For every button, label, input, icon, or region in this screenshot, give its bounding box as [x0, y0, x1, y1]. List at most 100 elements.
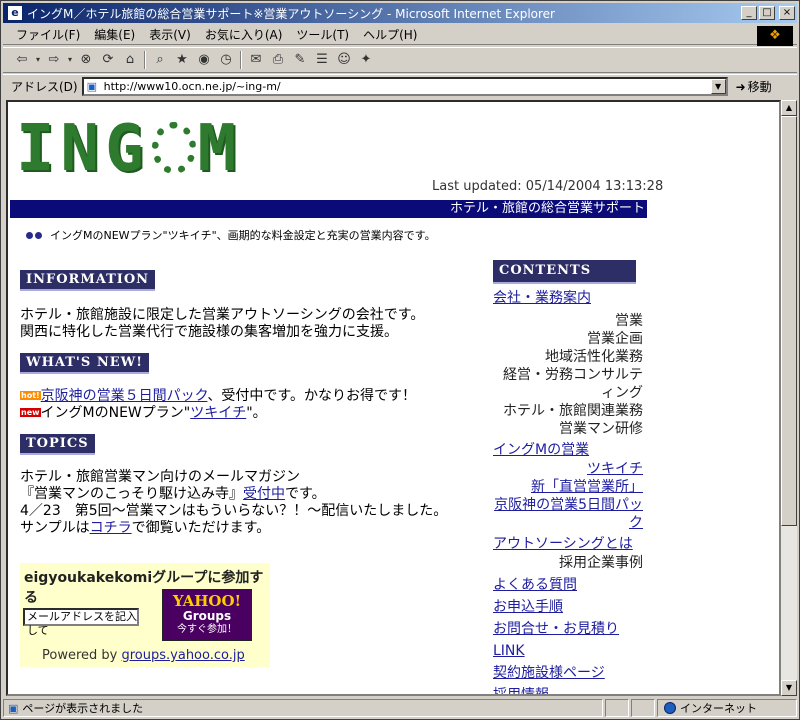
- topics-line3: 4／23 第5回〜営業マンはもういらない？！〜配信いたしました。: [20, 503, 448, 519]
- tsukiichi-link[interactable]: ツキイチ: [190, 405, 246, 421]
- topics-line4-start: サンプルは: [20, 520, 90, 536]
- menu-favorites[interactable]: お気に入り(A): [198, 26, 290, 43]
- company-info-link[interactable]: 会社・業務案内: [493, 288, 643, 308]
- page-viewport: ING M Last updated: 05/14/2004 13:13:28 ホ…: [6, 100, 781, 696]
- title-bar: e イングM／ホテル旅館の総合営業サポート※営業アウトソーシング - Micro…: [3, 3, 797, 23]
- scroll-thumb[interactable]: [781, 116, 797, 526]
- minimize-button[interactable]: _: [741, 6, 757, 20]
- menu-file[interactable]: ファイル(F): [9, 26, 87, 43]
- go-button[interactable]: ➜ 移動: [736, 78, 772, 95]
- toolbar-separator: [240, 51, 242, 69]
- contents-item-sales[interactable]: 営業: [493, 312, 643, 330]
- forward-icon[interactable]: ⇨: [43, 50, 65, 70]
- link-page-link[interactable]: LINK: [493, 640, 643, 662]
- topics-line2: 『営業マンのこっそり駆け込み寺』受付中です。: [20, 486, 480, 503]
- address-dropdown-icon[interactable]: ▼: [710, 79, 726, 94]
- yahoo-btn-line2: Groups: [182, 609, 232, 623]
- go-label: 移動: [747, 80, 772, 94]
- sample-link[interactable]: コチラ: [90, 520, 132, 536]
- close-button[interactable]: ×: [779, 6, 795, 20]
- page-done-icon: ▣: [8, 701, 19, 715]
- scroll-up-icon[interactable]: ▲: [781, 100, 797, 116]
- history-icon[interactable]: ◷: [215, 50, 237, 70]
- internet-globe-icon: [664, 702, 676, 714]
- last-updated: Last updated: 05/14/2004 13:13:28: [432, 179, 664, 194]
- bullet-dots-icon: [26, 231, 42, 239]
- yahoo-group-box: eigyoukakekomiグループに参加する メールアドレスを記入して YAH…: [20, 563, 270, 667]
- maximize-button[interactable]: □: [759, 6, 775, 20]
- hot-badge: hot!: [20, 391, 41, 400]
- contents-item-planning[interactable]: 営業企画: [493, 330, 643, 348]
- case-studies-item[interactable]: 採用企業事例: [493, 554, 643, 572]
- yahoo-groups-link[interactable]: groups.yahoo.co.jp: [122, 648, 245, 663]
- information-heading: INFORMATION: [20, 270, 156, 291]
- print-icon[interactable]: ⎙: [267, 50, 289, 70]
- contents-item-hotel-related[interactable]: ホテル・旅館関連業務: [493, 402, 643, 420]
- window-title: イングM／ホテル旅館の総合営業サポート※営業アウトソーシング - Microso…: [27, 6, 555, 21]
- favorites-icon[interactable]: ★: [171, 50, 193, 70]
- news-ticker-text: イングMのNEWプラン"ツキイチ"、画期的な料金設定と充実の営業内容です。: [50, 229, 436, 242]
- refresh-icon[interactable]: ⟳: [97, 50, 119, 70]
- back-dropdown-icon[interactable]: ▾: [33, 50, 43, 70]
- powered-by: Powered by groups.yahoo.co.jp: [42, 648, 245, 663]
- banner: ホテル・旅館の総合営業サポート: [10, 200, 647, 218]
- inquiry-link[interactable]: お問合せ・お見積り: [493, 618, 643, 640]
- ing-sales-link[interactable]: イングMの営業: [493, 440, 643, 460]
- messenger-icon[interactable]: ☺: [333, 50, 355, 70]
- menu-help[interactable]: ヘルプ(H): [356, 26, 424, 43]
- whats-new-item2-text: イングMのNEWプラン": [40, 405, 191, 421]
- whats-new-item1: hot!京阪神の営業５日間パック、受付中です。かなりお得です！: [20, 388, 480, 405]
- address-input[interactable]: ▣ http://www10.ocn.ne.jp/~ing-m/ ▼: [81, 77, 728, 96]
- mailmag-signup-link[interactable]: 受付中: [243, 486, 285, 502]
- menu-edit[interactable]: 編集(E): [87, 26, 142, 43]
- mail-icon[interactable]: ✉: [245, 50, 267, 70]
- home-icon[interactable]: ⌂: [119, 50, 141, 70]
- zone-text: インターネット: [680, 702, 757, 715]
- direct-office-link[interactable]: 新「直営営業所」: [493, 478, 643, 496]
- vertical-scrollbar[interactable]: ▲ ▼: [781, 100, 797, 696]
- back-icon[interactable]: ⇦: [11, 50, 33, 70]
- topics-line1: ホテル・旅館営業マン向けのメールマガジン: [20, 469, 300, 485]
- whats-new-item2: newイングMのNEWプラン"ツキイチ"。: [20, 405, 480, 422]
- menu-tools[interactable]: ツール(T): [289, 26, 356, 43]
- toolbar: ⇦ ▾ ⇨ ▾ ⊗ ⟳ ⌂ ⌕ ★ ◉ ◷ ✉ ⎙ ✎ ☰ ☺ ✦: [3, 47, 797, 73]
- scroll-down-icon[interactable]: ▼: [781, 680, 797, 696]
- email-field[interactable]: メールアドレスを記入して: [23, 608, 139, 637]
- topics-line4: サンプルはコチラで御覧いただけます。: [20, 520, 480, 537]
- information-line1: ホテル・旅館施設に限定した営業アウトソーシングの会社です。: [20, 307, 425, 323]
- discuss-icon[interactable]: ☰: [311, 50, 333, 70]
- five-day-pack-link[interactable]: 京阪神の営業5日間パック: [493, 496, 643, 532]
- tsukiichi-side-link[interactable]: ツキイチ: [493, 460, 643, 478]
- osaka-5day-pack-link[interactable]: 京阪神の営業５日間パック: [41, 388, 208, 404]
- edit-icon[interactable]: ✎: [289, 50, 311, 70]
- member-page-link[interactable]: 契約施設様ページ: [493, 662, 643, 684]
- information-line2: 関西に特化した営業代行で施設様の集客増加を強力に支援。: [20, 324, 398, 340]
- status-bar: ▣ ページが表示されました インターネット: [3, 698, 797, 718]
- contents-item-training[interactable]: 営業マン研修: [493, 420, 643, 438]
- menu-view[interactable]: 表示(V): [142, 26, 198, 43]
- address-label: アドレス(D): [11, 80, 78, 94]
- go-arrow-icon: ➜: [735, 79, 746, 94]
- status-zone: インターネット: [657, 699, 797, 717]
- application-link[interactable]: お申込手順: [493, 596, 643, 618]
- media-icon[interactable]: ◉: [193, 50, 215, 70]
- news-ticker: イングMのNEWプラン"ツキイチ"、画期的な料金設定と充実の営業内容です。: [26, 227, 436, 243]
- powered-by-text: Powered by: [42, 648, 118, 663]
- stop-icon[interactable]: ⊗: [75, 50, 97, 70]
- whats-new-heading: WHAT'S NEW!: [20, 353, 149, 374]
- page-icon: ▣: [86, 80, 98, 93]
- toolbar-separator: [144, 51, 146, 69]
- recruit-link[interactable]: 採用情報: [493, 684, 643, 694]
- faq-link[interactable]: よくある質問: [493, 574, 643, 596]
- topics-line4-end: で御覧いただけます。: [131, 520, 271, 536]
- forward-dropdown-icon[interactable]: ▾: [65, 50, 75, 70]
- search-icon[interactable]: ⌕: [149, 50, 171, 70]
- whats-new-item2-end: "。: [246, 405, 267, 421]
- outsourcing-link[interactable]: アウトソーシングとは: [493, 534, 643, 554]
- research-icon[interactable]: ✦: [355, 50, 377, 70]
- ie-icon: e: [7, 5, 23, 21]
- contents-item-regional[interactable]: 地域活性化業務: [493, 348, 643, 366]
- contents-item-consulting[interactable]: 経営・労務コンサルティング: [493, 366, 643, 402]
- ingm-logo: ING M: [16, 112, 243, 186]
- yahoo-join-button[interactable]: YAHOO! Groups 今すぐ参加！: [162, 589, 252, 641]
